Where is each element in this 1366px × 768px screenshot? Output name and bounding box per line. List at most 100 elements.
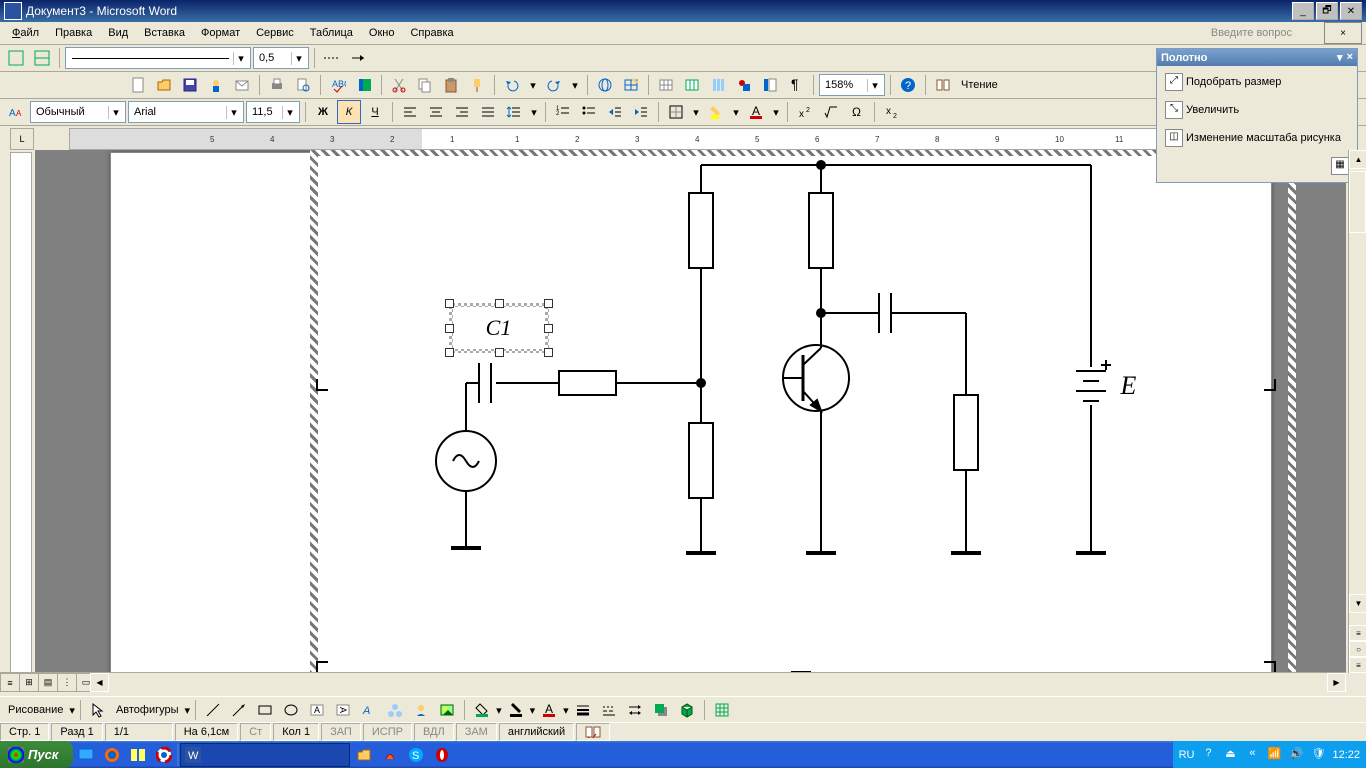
scroll-right-icon[interactable]: ▶: [1327, 673, 1346, 692]
pane-close-icon[interactable]: ×: [1347, 51, 1353, 64]
style-combo[interactable]: Обычный▾: [30, 101, 126, 123]
page[interactable]: C1: [110, 152, 1272, 673]
arrowstyle-button[interactable]: [623, 698, 647, 722]
redo-button[interactable]: [542, 73, 566, 97]
ql-tc[interactable]: [126, 744, 150, 766]
tray-volume-icon[interactable]: 🔊: [1288, 747, 1304, 763]
status-ext[interactable]: ВДЛ: [414, 723, 454, 741]
undo-dd[interactable]: ▾: [526, 73, 540, 97]
linestyle-combo[interactable]: ▾: [65, 47, 251, 69]
textbox-button[interactable]: A: [305, 698, 329, 722]
fontsize-combo[interactable]: 11,5▾: [246, 101, 300, 123]
line-button[interactable]: [201, 698, 225, 722]
align-right-button[interactable]: [450, 100, 474, 124]
3d-button[interactable]: [675, 698, 699, 722]
autoshapes-dd[interactable]: ▾: [185, 704, 191, 717]
status-lang[interactable]: английский: [499, 723, 574, 741]
autoshapes-menu[interactable]: Автофигуры: [112, 704, 183, 716]
tb-matlab[interactable]: [378, 744, 402, 766]
picture-button[interactable]: [435, 698, 459, 722]
view-web-button[interactable]: ⊞: [20, 673, 39, 692]
fontcolor-dd[interactable]: ▾: [770, 100, 782, 124]
tray-remove-icon[interactable]: ⏏: [1222, 747, 1238, 763]
preview-button[interactable]: [291, 73, 315, 97]
close-button[interactable]: ✕: [1340, 2, 1362, 20]
oval-button[interactable]: [279, 698, 303, 722]
status-rec[interactable]: ЗАП: [321, 723, 361, 741]
justify-button[interactable]: [476, 100, 500, 124]
scroll-left-icon[interactable]: ◀: [90, 673, 109, 692]
drawing-button[interactable]: [732, 73, 756, 97]
tb-opera[interactable]: [430, 744, 454, 766]
print-button[interactable]: [265, 73, 289, 97]
linestyle1-button[interactable]: [4, 46, 28, 70]
tb-skype[interactable]: S: [404, 744, 428, 766]
start-button[interactable]: Пуск: [0, 741, 73, 768]
tb-word[interactable]: W: [180, 743, 350, 767]
pane-scale-button[interactable]: ◫Изменение масштаба рисунка: [1161, 126, 1345, 150]
save-button[interactable]: [178, 73, 202, 97]
tables-borders-button[interactable]: [619, 73, 643, 97]
tray-lang[interactable]: RU: [1179, 749, 1195, 761]
menu-table[interactable]: Таблица: [302, 25, 361, 41]
sqrt-button[interactable]: [819, 100, 843, 124]
linestyle-button[interactable]: [571, 698, 595, 722]
minimize-button[interactable]: _: [1292, 2, 1314, 20]
tray-time[interactable]: 12:22: [1332, 749, 1360, 761]
select-objects-button[interactable]: [86, 698, 110, 722]
open-button[interactable]: [152, 73, 176, 97]
linespacing-dd[interactable]: ▾: [528, 100, 540, 124]
linespacing-button[interactable]: [502, 100, 526, 124]
ruler-corner[interactable]: L: [10, 128, 34, 150]
scroll-thumb-v[interactable]: [1349, 171, 1366, 233]
linecolor-dd[interactable]: ▾: [530, 704, 536, 717]
read-icon[interactable]: [931, 73, 955, 97]
menu-service[interactable]: Сервис: [248, 25, 302, 41]
canvas-pane[interactable]: Полотно▾× ⤢Подобрать размер ⤡Увеличить ◫…: [1156, 48, 1358, 183]
shadow-button[interactable]: [649, 698, 673, 722]
numbering-button[interactable]: 12: [551, 100, 575, 124]
align-left-button[interactable]: [398, 100, 422, 124]
linestyle2-button[interactable]: [30, 46, 54, 70]
excel-button[interactable]: [680, 73, 704, 97]
omega-button[interactable]: Ω: [845, 100, 869, 124]
grid-button[interactable]: [710, 698, 734, 722]
tray-security-icon[interactable]: 🛡: [1310, 747, 1326, 763]
drawing-menu[interactable]: Рисование: [4, 704, 67, 716]
menu-format[interactable]: Формат: [193, 25, 248, 41]
borders-button[interactable]: [664, 100, 688, 124]
styles-button[interactable]: AA: [4, 100, 28, 124]
view-normal-button[interactable]: ≡: [0, 673, 20, 692]
outdent-button[interactable]: [603, 100, 627, 124]
help-button[interactable]: ?: [896, 73, 920, 97]
fontcolor-button[interactable]: A: [744, 100, 768, 124]
italic-button[interactable]: К: [337, 100, 361, 124]
ql-firefox[interactable]: [100, 744, 124, 766]
cut-button[interactable]: [387, 73, 411, 97]
arrow-style-button[interactable]: [346, 46, 370, 70]
status-book-icon[interactable]: [576, 723, 610, 741]
dashstyle-button[interactable]: [597, 698, 621, 722]
copy-button[interactable]: [413, 73, 437, 97]
undo-button[interactable]: [500, 73, 524, 97]
diagram-button[interactable]: [383, 698, 407, 722]
browse-object-icon[interactable]: ○: [1349, 641, 1366, 657]
show-marks-button[interactable]: ¶: [784, 73, 808, 97]
bullets-button[interactable]: [577, 100, 601, 124]
wordart-button[interactable]: A: [357, 698, 381, 722]
indent-button[interactable]: [629, 100, 653, 124]
menu-close-doc[interactable]: ×: [1324, 22, 1362, 44]
columns-button[interactable]: [706, 73, 730, 97]
tray-help-icon[interactable]: ?: [1200, 747, 1216, 763]
drawing-dd[interactable]: ▾: [69, 704, 75, 717]
ruler-vertical[interactable]: [10, 152, 32, 673]
menu-file[interactable]: ФФайлайл: [4, 25, 47, 41]
view-print-button[interactable]: ▤: [39, 673, 58, 692]
next-page-icon[interactable]: ≡: [1349, 657, 1366, 673]
underline-button[interactable]: Ч: [363, 100, 387, 124]
bold-button[interactable]: Ж: [311, 100, 335, 124]
ql-desktop[interactable]: [74, 744, 98, 766]
docmap-button[interactable]: [758, 73, 782, 97]
fontcolor2-dd[interactable]: ▾: [563, 704, 569, 717]
scroll-up-icon[interactable]: ▲: [1349, 150, 1366, 169]
